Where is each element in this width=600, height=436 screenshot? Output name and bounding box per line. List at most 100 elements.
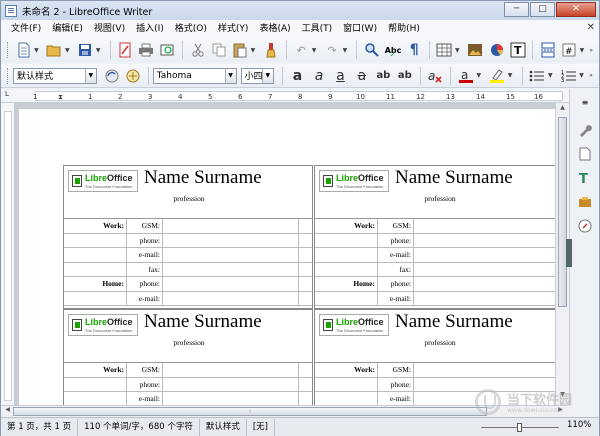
document-page[interactable]: LibreOffice The Document Foundation Name…	[19, 109, 555, 405]
minimize-button[interactable]: ─	[504, 2, 529, 17]
page-icon[interactable]	[576, 145, 594, 163]
menu-window[interactable]: 窗口(W)	[339, 20, 384, 38]
menu-styles[interactable]: 样式(Y)	[214, 20, 256, 38]
navigator-icon[interactable]	[576, 217, 594, 235]
sidebar-collapse-handle[interactable]	[566, 239, 572, 267]
table-row[interactable]: phone:	[315, 234, 555, 248]
table-row[interactable]: Work: GSM:	[64, 363, 312, 378]
table-row[interactable]: Home: phone:	[315, 277, 555, 292]
business-card[interactable]: LibreOffice The Document Foundation Name…	[314, 165, 555, 309]
open-dropdown-icon[interactable]: ▼	[65, 47, 72, 54]
subscript-icon[interactable]: ab	[395, 66, 414, 86]
table-row[interactable]: Work: GSM:	[315, 219, 555, 234]
bold-icon[interactable]: a	[288, 66, 307, 86]
table-row[interactable]: e-mail:	[64, 392, 312, 405]
font-color-dropdown-icon[interactable]: ▼	[476, 72, 483, 79]
print-preview-icon[interactable]	[158, 40, 177, 60]
business-card[interactable]: LibreOffice The Document Foundation Name…	[63, 309, 313, 405]
menu-file[interactable]: 文件(F)	[7, 20, 48, 38]
properties-wrench-icon[interactable]	[576, 121, 594, 139]
font-color-icon[interactable]: a	[456, 66, 475, 86]
word-count[interactable]: 110 个单词/字，680 个字符	[78, 418, 200, 436]
underline-icon[interactable]: a	[331, 66, 350, 86]
undo-icon[interactable]: ↶	[292, 40, 311, 60]
bullet-list-icon[interactable]	[528, 66, 547, 86]
insert-table-icon[interactable]	[435, 40, 454, 60]
new-document-icon[interactable]	[14, 40, 33, 60]
chevron-down-icon[interactable]: ▼	[261, 68, 273, 83]
print-icon[interactable]	[137, 40, 156, 60]
menu-table[interactable]: 表格(A)	[255, 20, 297, 38]
menu-view[interactable]: 视图(V)	[90, 20, 132, 38]
document-canvas[interactable]: LibreOffice The Document Foundation Name…	[15, 103, 555, 405]
font-size-select[interactable]: 小四 ▼	[240, 67, 274, 84]
toolbar-overflow-icon[interactable]: »	[589, 72, 596, 79]
chevron-down-icon[interactable]: ▼	[84, 68, 96, 83]
horizontal-scroll-thumb[interactable]: ⦙	[13, 407, 487, 416]
maximize-button[interactable]: □	[530, 2, 555, 17]
open-folder-icon[interactable]	[45, 40, 64, 60]
table-row[interactable]: Work: GSM:	[315, 363, 555, 378]
ruler-indent-marker[interactable]: ⧗	[58, 93, 63, 102]
tab-stop-icon[interactable]: L	[5, 90, 9, 98]
table-row[interactable]: phone:	[64, 378, 312, 392]
redo-icon[interactable]: ↷	[322, 40, 341, 60]
field-dropdown-icon[interactable]: ▼	[580, 47, 587, 54]
clone-formatting-icon[interactable]	[261, 40, 280, 60]
highlight-dropdown-icon[interactable]: ▼	[508, 72, 515, 79]
strikethrough-icon[interactable]: a	[352, 66, 371, 86]
highlight-icon[interactable]	[487, 66, 506, 86]
paste-icon[interactable]	[230, 40, 249, 60]
table-row[interactable]: fax:	[64, 263, 312, 277]
bullet-dropdown-icon[interactable]: ▼	[548, 72, 555, 79]
zoom-slider-knob[interactable]	[517, 423, 522, 432]
zoom-level[interactable]: 110%	[567, 420, 591, 430]
page-count[interactable]: 第 1 页，共 1 页	[1, 418, 79, 436]
italic-icon[interactable]: a	[309, 66, 328, 86]
insert-field-icon[interactable]: #	[559, 40, 578, 60]
update-style-icon[interactable]	[102, 66, 121, 86]
sidebar-menu-icon[interactable]: ≡	[576, 93, 594, 111]
toolbar-grip[interactable]	[7, 67, 10, 84]
page-style[interactable]: 默认样式	[200, 418, 247, 436]
table-row[interactable]: Home: phone:	[64, 277, 312, 292]
paste-dropdown-icon[interactable]: ▼	[251, 47, 258, 54]
menu-insert[interactable]: 插入(I)	[132, 20, 171, 38]
export-pdf-icon[interactable]	[116, 40, 135, 60]
menu-format[interactable]: 格式(O)	[171, 20, 214, 38]
horizontal-ruler[interactable]: L 1 ⧗ 1 2 3 4 5 6 7 8 9 10 11 12 13 14 1…	[1, 89, 569, 103]
find-replace-icon[interactable]	[362, 40, 381, 60]
numbered-list-icon[interactable]: 123	[559, 66, 578, 86]
spelling-icon[interactable]: Abc ✓	[383, 40, 402, 60]
table-row[interactable]: Work: GSM:	[64, 219, 312, 234]
undo-dropdown-icon[interactable]: ▼	[312, 47, 319, 54]
insert-chart-icon[interactable]	[487, 40, 506, 60]
numbering-dropdown-icon[interactable]: ▼	[579, 72, 586, 79]
new-style-icon[interactable]	[123, 66, 142, 86]
title-bar[interactable]: 未命名 2 - LibreOffice Writer ─ □ ✕	[1, 1, 599, 20]
cut-icon[interactable]	[188, 40, 207, 60]
formatting-marks-icon[interactable]: ¶	[405, 40, 424, 60]
chevron-down-icon[interactable]: ▼	[224, 68, 236, 83]
copy-icon[interactable]	[209, 40, 228, 60]
toolbar-overflow-icon[interactable]: »	[589, 47, 596, 54]
language[interactable]: [无]	[247, 418, 275, 436]
text-box-icon[interactable]: T	[508, 40, 527, 60]
save-icon[interactable]	[76, 40, 95, 60]
table-row[interactable]: e-mail:	[315, 292, 555, 306]
table-row[interactable]: phone:	[64, 234, 312, 248]
menu-tools[interactable]: 工具(T)	[298, 20, 340, 38]
menu-edit[interactable]: 编辑(E)	[48, 20, 90, 38]
table-row[interactable]: e-mail:	[64, 292, 312, 306]
redo-dropdown-icon[interactable]: ▼	[343, 47, 350, 54]
vertical-ruler[interactable]	[1, 103, 15, 405]
scroll-up-icon[interactable]: ▲	[557, 104, 568, 115]
paragraph-style-select[interactable]: 默认样式 ▼	[12, 67, 97, 84]
close-document-icon[interactable]: ✕	[587, 22, 595, 33]
styles-icon[interactable]: T	[576, 169, 594, 187]
vertical-scroll-thumb[interactable]	[558, 117, 567, 307]
toolbar-grip[interactable]	[7, 42, 10, 58]
table-row[interactable]: e-mail:	[315, 248, 555, 263]
close-button[interactable]: ✕	[556, 2, 596, 17]
scroll-left-icon[interactable]: ◀	[2, 406, 13, 417]
